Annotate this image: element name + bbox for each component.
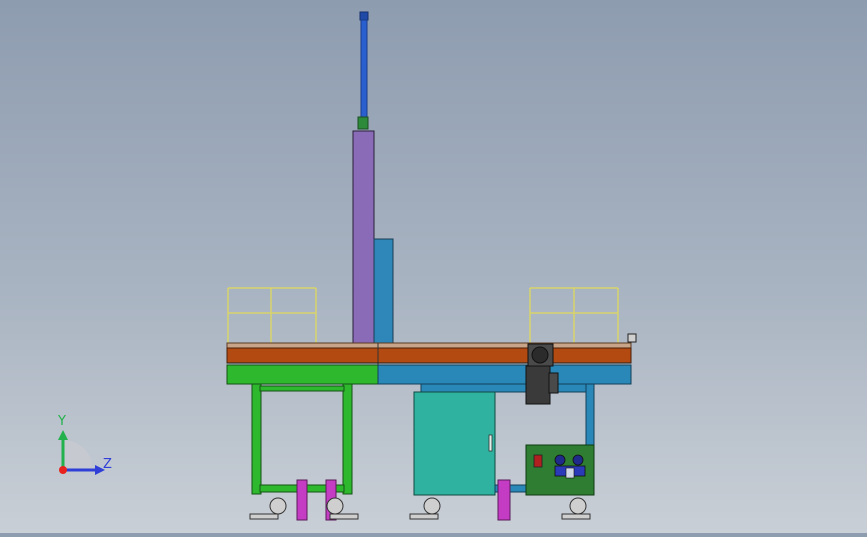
left-leg-frame	[251, 383, 353, 495]
lift-cylinder-rod	[357, 11, 369, 130]
drive-motor	[525, 343, 559, 405]
origin-dot	[59, 466, 67, 474]
electrical-cabinet	[413, 391, 496, 496]
lift-column	[352, 130, 375, 344]
center-leg-pad	[497, 479, 511, 521]
side-column	[373, 238, 394, 344]
conveyor-bed	[226, 342, 632, 366]
left-guardrail	[227, 287, 317, 343]
orientation-triad	[58, 430, 105, 475]
z-axis-label: Z	[103, 457, 112, 472]
control-panel	[525, 444, 595, 496]
left-frame-beam	[226, 364, 379, 385]
right-frame-beam	[377, 364, 632, 385]
cabinet-handle	[488, 434, 493, 452]
y-axis-label: Y	[58, 414, 66, 429]
end-bracket	[627, 333, 637, 343]
right-guardrail	[529, 287, 619, 343]
right-frame-rail	[420, 383, 592, 393]
cad-viewport[interactable]: Y Z	[0, 0, 867, 533]
assembly-model[interactable]	[0, 0, 867, 533]
